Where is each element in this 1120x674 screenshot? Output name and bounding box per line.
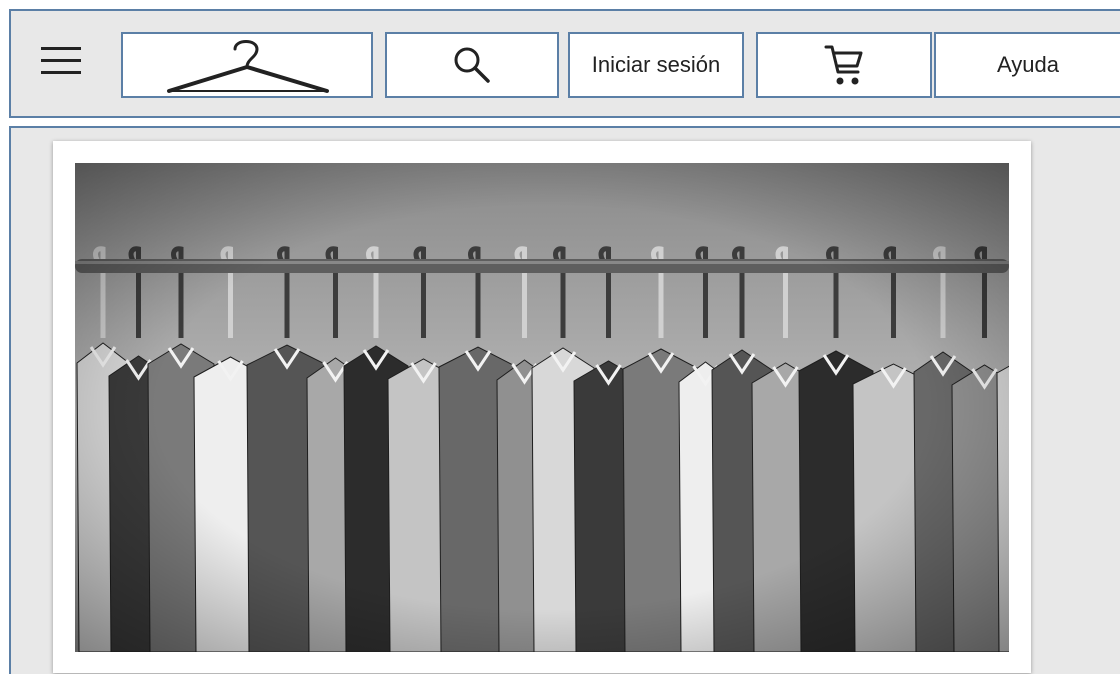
search-icon xyxy=(454,47,490,83)
help-button[interactable]: Ayuda xyxy=(934,32,1120,98)
shopping-cart-icon xyxy=(824,45,863,85)
hero-image-card xyxy=(53,141,1031,673)
top-navigation-bar: Iniciar sesión Ayuda xyxy=(9,9,1120,118)
logo-button[interactable] xyxy=(121,32,373,98)
login-button[interactable]: Iniciar sesión xyxy=(568,32,744,98)
cart-button[interactable] xyxy=(756,32,932,98)
help-label: Ayuda xyxy=(997,52,1059,77)
hamburger-menu-icon[interactable] xyxy=(39,43,83,79)
clothes-rack-photo xyxy=(75,163,1009,652)
clothes-hanger-logo-icon xyxy=(167,40,329,93)
login-label: Iniciar sesión xyxy=(591,52,721,77)
main-content-panel xyxy=(9,126,1120,674)
search-button[interactable] xyxy=(385,32,559,98)
